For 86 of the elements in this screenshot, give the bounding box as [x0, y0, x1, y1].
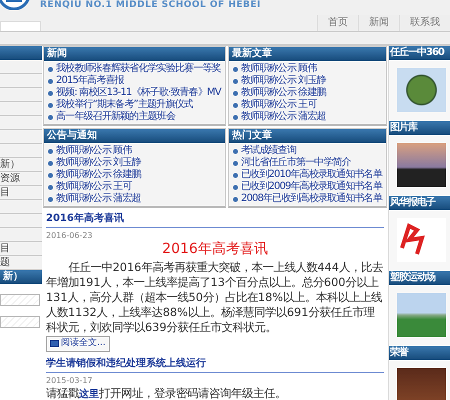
bullet-icon	[233, 114, 238, 120]
sidebar-header: 风华报电子	[389, 196, 450, 210]
news-link[interactable]: 教师职称公示 刘玉静	[241, 75, 326, 87]
news-link[interactable]: 教师职称公示 蒲宏超	[56, 193, 141, 205]
news-link[interactable]: 高一年级召开新颖的主题班会	[56, 111, 175, 123]
news-link[interactable]: 2008年已收到高校录取通知书名单	[241, 193, 382, 205]
bullet-icon	[48, 196, 53, 202]
bullet-icon	[48, 90, 53, 96]
bullet-icon	[48, 66, 53, 72]
news-link[interactable]: 教师职称公示 蒲宏超	[241, 111, 326, 123]
article-date: 2016-06-23	[46, 231, 94, 241]
bullet-icon	[233, 184, 238, 190]
link[interactable]: 这里	[79, 388, 99, 400]
sidebar-header: 图片库	[389, 121, 450, 135]
bullet-icon	[48, 160, 53, 166]
article-text: 请猛戳这里打开网址，登录密码请咨询年级主任。	[46, 386, 287, 400]
news-link[interactable]: 教师职称公示 顾伟	[56, 145, 132, 157]
news-link[interactable]: 教师职称公示 刘玉静	[56, 157, 141, 169]
article-headline: 2016年高考喜讯	[161, 241, 269, 258]
sidebar-item[interactable]	[0, 74, 42, 88]
sidebar-item[interactable]: 资源	[0, 172, 42, 186]
sidebar-item[interactable]: 目	[0, 186, 42, 200]
news-link[interactable]: 视频: 南校区13-11《杯子歌·致青春》MV	[56, 87, 221, 99]
bullet-icon	[233, 66, 238, 72]
sidebar-item[interactable]: 题	[0, 256, 42, 270]
news-link[interactable]: 我校教师张春辉获省化学实验比赛一等奖	[56, 63, 221, 75]
bullet-icon	[48, 102, 53, 108]
search-field[interactable]	[0, 21, 41, 31]
sidebar-item[interactable]: 新）	[0, 158, 42, 172]
input-field[interactable]	[0, 294, 40, 306]
bullet-icon	[233, 196, 238, 202]
bullet-icon	[233, 78, 238, 84]
bullet-icon	[233, 172, 238, 178]
news-link[interactable]: 考试成绩查询	[241, 145, 296, 157]
sidebar-header	[0, 46, 42, 60]
sidebar-item[interactable]	[0, 228, 42, 242]
photo-placeholder	[397, 68, 446, 112]
read-more-button[interactable]: 阅读全文...	[46, 336, 110, 352]
sidebar-item[interactable]	[0, 200, 42, 214]
bullet-icon	[233, 148, 238, 154]
article-date: 2015-03-17	[46, 376, 94, 386]
news-link[interactable]: 教师职称公示 徐建鹏	[56, 169, 141, 181]
school-name: RENQIU NO.1 MIDDLE SCHOOL OF HEBEI	[40, 0, 261, 10]
sidebar-header: 荣誉	[389, 346, 450, 360]
news-link[interactable]: 河北省任丘市第一中学简介	[241, 157, 351, 169]
news-link[interactable]: 已收到2009年高校录取通知书名单	[241, 181, 382, 193]
sidebar-item[interactable]	[0, 60, 42, 74]
news-link[interactable]: 教师职称公示 顾伟	[241, 63, 317, 75]
news-link[interactable]: 教师职称公示 徐建鹏	[241, 87, 326, 99]
sidebar-item[interactable]	[0, 102, 42, 116]
bullet-icon	[48, 78, 53, 84]
sidebar-item[interactable]	[0, 214, 42, 228]
bullet-icon	[233, 102, 238, 108]
news-link[interactable]: 教师职称公示 王可	[56, 181, 132, 193]
article-title[interactable]: 学生请销假和违纪处理系统上线运行	[46, 352, 384, 372]
bullet-icon	[48, 148, 53, 154]
calligraphy-logo	[397, 218, 446, 262]
article-title[interactable]: 2016年高考喜讯	[46, 208, 384, 228]
news-link[interactable]: 2015年高考喜报	[56, 75, 124, 87]
news-link[interactable]: 我校举行“期末备考”主题升旗仪式	[56, 99, 193, 111]
photo-placeholder	[397, 293, 446, 337]
sidebar-item[interactable]	[0, 130, 42, 144]
panel-title: 公告与通知	[44, 129, 225, 143]
input-field[interactable]	[0, 316, 40, 328]
document-icon	[50, 340, 59, 348]
bullet-icon	[233, 90, 238, 96]
panel-title: 最新文章	[229, 47, 386, 61]
news-link[interactable]: 教师职称公示 王可	[241, 99, 317, 111]
photo-placeholder	[397, 143, 446, 187]
photo-placeholder	[397, 368, 446, 400]
school-logo-icon	[0, 0, 32, 10]
news-link[interactable]: 已收到2010年高校录取通知书名单	[241, 169, 382, 181]
sidebar-header: 任丘一中360	[389, 46, 450, 60]
sidebar-header: 新）	[0, 270, 42, 284]
bullet-icon	[48, 184, 53, 190]
article-text: 任丘一中2016年高考再获重大突破，本一上线人数444人，比去年增加191人，本一上线率提高了13个百分点以上。总分600分以上131人，高分人群（超本一线50分）占比在18%以上。本科以上上线人数1132人，上线率达88%以上。杨泽慧同学以691分获任丘市理科状元，刘欢同学以639分获任丘市文科状元。	[46, 260, 384, 335]
sidebar-header: 塑胶运动场	[389, 271, 450, 285]
sidebar-item[interactable]: 目	[0, 242, 42, 256]
panel-title: 新闻	[44, 47, 225, 61]
bullet-icon	[48, 114, 53, 120]
bullet-icon	[233, 160, 238, 166]
sidebar-item[interactable]	[0, 116, 42, 130]
sidebar-item[interactable]	[0, 88, 42, 102]
bullet-icon	[48, 172, 53, 178]
sidebar-item[interactable]	[0, 144, 42, 158]
panel-title: 热门文章	[229, 129, 386, 143]
